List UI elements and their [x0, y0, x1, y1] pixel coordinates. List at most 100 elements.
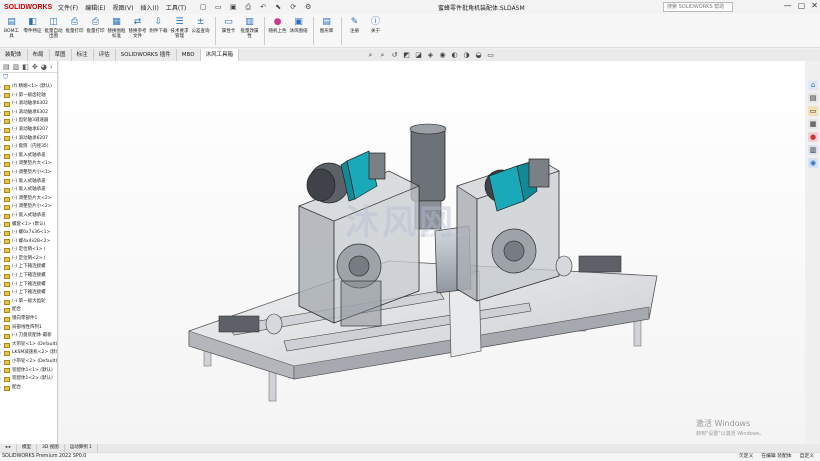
save-icon[interactable]: ▣: [228, 3, 238, 12]
select-icon[interactable]: ⬉: [273, 3, 283, 12]
tree-item[interactable]: › (-) 滚动轴承6302: [0, 109, 57, 118]
dimxpert-tab-icon[interactable]: ✥: [32, 63, 38, 71]
ribbon-button-download[interactable]: ⇩ 附件下载: [149, 14, 168, 48]
design-library-icon[interactable]: ▤: [808, 93, 818, 103]
panel-forward-icon[interactable]: ›: [50, 63, 53, 71]
tree-item[interactable]: › (-) 第一级大齿轮: [0, 298, 57, 307]
tree-item[interactable]: › (-) 滚动轴承6302: [0, 100, 57, 109]
ribbon-button-batch-drawing[interactable]: ◫ 批量自动出图: [44, 14, 63, 48]
appearances-icon[interactable]: ●: [808, 132, 818, 142]
tab-layout[interactable]: 布局: [28, 49, 50, 61]
tab-evaluate[interactable]: 评估: [94, 49, 116, 61]
tree-item[interactable]: › (f) 精端<1> (默认): [0, 83, 57, 92]
tree-item[interactable]: › LKSM减速机<2> (默认): [0, 349, 57, 358]
tree-item[interactable]: › (-) 滚动轴承6207: [0, 135, 57, 144]
tab-3d-views[interactable]: 3D 视图: [37, 444, 65, 452]
solidworks-forum-icon[interactable]: ◉: [808, 158, 818, 168]
tree-item[interactable]: › (-) 嵌入式轴承盖: [0, 178, 57, 187]
section-view-icon[interactable]: ◩: [402, 51, 411, 60]
menu-tools[interactable]: 工具(T): [166, 3, 186, 12]
configuration-tab-icon[interactable]: ◧: [22, 63, 29, 71]
ribbon-button-tech-req[interactable]: ☰ 技术要求管理: [170, 14, 189, 48]
menu-edit[interactable]: 编辑(E): [85, 3, 105, 12]
options-icon[interactable]: ⚙: [303, 3, 313, 12]
close-icon[interactable]: ✕: [811, 1, 818, 10]
ribbon-button-part-feature[interactable]: ◧ 零件特征: [23, 14, 42, 48]
feature-tree-tab-icon[interactable]: ▤: [3, 63, 10, 71]
tree-item[interactable]: › 镜向零部件1: [0, 315, 57, 324]
tree-item[interactable]: › (-) 螺4x4x28<2>: [0, 238, 57, 247]
tab-mufeng-toolbox[interactable]: 沐风工具箱: [200, 49, 240, 61]
tree-item[interactable]: › (-) 螺6x7x36<1>: [0, 229, 57, 238]
home-icon[interactable]: ⌂: [808, 80, 818, 90]
tree-item[interactable]: › (-) 套筒（内径35）: [0, 143, 57, 152]
view-palette-icon[interactable]: ▦: [808, 119, 818, 129]
tree-item[interactable]: › (-) 第一级齿轮轴: [0, 92, 57, 101]
custom-properties-icon[interactable]: ▥: [808, 145, 818, 155]
property-manager-tab-icon[interactable]: ▥: [13, 63, 20, 71]
tab-addins[interactable]: SOLIDWORKS 插件: [116, 49, 177, 61]
scene-icon[interactable]: ◒: [474, 51, 483, 60]
ribbon-button-register[interactable]: ✎ 注册: [345, 14, 364, 48]
tree-item[interactable]: › (-) 嵌入式轴承盖: [0, 212, 57, 221]
zoom-area-icon[interactable]: ⌕: [378, 51, 387, 60]
ribbon-button-batch-property[interactable]: ▥ 批量改属性: [240, 14, 259, 48]
menu-view[interactable]: 视图(V): [113, 3, 134, 12]
tree-item[interactable]: › (-) 上下箱连接螺: [0, 289, 57, 298]
tab-sketch[interactable]: 草图: [50, 49, 72, 61]
ribbon-button-about[interactable]: ⓘ 关于: [366, 14, 385, 48]
tree-item[interactable]: › (-) 上下箱连接螺: [0, 272, 57, 281]
tree-item[interactable]: › 局部线性阵列1: [0, 324, 57, 333]
maximize-icon[interactable]: ▢: [798, 1, 806, 10]
display-style-icon[interactable]: ◉: [438, 51, 447, 60]
tree-item[interactable]: › (-) 调整垫片大<1>: [0, 160, 57, 169]
view-orientation-icon[interactable]: ◈: [426, 51, 435, 60]
status-units[interactable]: 自定义: [800, 453, 814, 461]
undo-icon[interactable]: ↶: [258, 3, 268, 12]
rebuild-icon[interactable]: ⟳: [288, 3, 298, 12]
tree-item[interactable]: › 配合: [0, 384, 57, 393]
ribbon-button-batch-print[interactable]: ⎙ 批量打印: [65, 14, 84, 48]
tree-item[interactable]: › (-) 嵌入式轴承盖: [0, 186, 57, 195]
ribbon-button-replace-frame[interactable]: ▦ 替换图框标准: [107, 14, 126, 48]
tab-mbd[interactable]: MBD: [177, 49, 201, 61]
open-icon[interactable]: ▭: [213, 3, 223, 12]
display-manager-tab-icon[interactable]: ◕: [41, 63, 47, 71]
ribbon-button-replace-ref[interactable]: ⇄ 替换参考文件: [128, 14, 147, 48]
tree-item[interactable]: › (-) 刀盘装配体-最新: [0, 332, 57, 341]
tree-item[interactable]: › 大带轮<1> (Default): [0, 341, 57, 350]
tree-item[interactable]: › (-) 定位销<2> (: [0, 255, 57, 264]
tree-item[interactable]: › 配合: [0, 306, 57, 315]
help-search-input[interactable]: 搜索 SOLIDWORKS 帮助: [663, 2, 733, 12]
tab-model[interactable]: 模型: [17, 444, 37, 452]
ribbon-button-tolerance[interactable]: ± 公差查询: [191, 14, 210, 48]
print-icon[interactable]: ⎙: [243, 3, 253, 12]
ribbon-button-print[interactable]: ⎙ 批量打印: [86, 14, 105, 48]
menu-file[interactable]: 文件(F): [58, 3, 78, 12]
tab-motion-study[interactable]: 运动算例 1: [65, 444, 99, 452]
ribbon-button-library[interactable]: ▤ 图形库: [317, 14, 336, 48]
dynamic-annotation-icon[interactable]: ◪: [414, 51, 423, 60]
filter-icon[interactable]: ⛉: [0, 73, 57, 83]
previous-view-icon[interactable]: ↺: [390, 51, 399, 60]
minimize-icon[interactable]: —: [784, 1, 792, 10]
menu-insert[interactable]: 插入(I): [140, 3, 158, 12]
tree-item[interactable]: › (-) 滚动轴承6207: [0, 126, 57, 135]
tree-item[interactable]: › 螺套<1> (默认): [0, 221, 57, 230]
tree-item[interactable]: › 装配体1<1> (默认): [0, 367, 57, 376]
tree-item[interactable]: › (-) 嵌入式轴承盖: [0, 152, 57, 161]
tree-item[interactable]: › (-) 定位销<1> (: [0, 246, 57, 255]
view-settings-icon[interactable]: ▭: [486, 51, 495, 60]
nav-arrows-icon[interactable]: ◂ ▸: [0, 444, 17, 452]
tree-item[interactable]: › (-) 上下箱连接螺: [0, 263, 57, 272]
tab-assembly[interactable]: 装配体: [0, 49, 28, 61]
zoom-fit-icon[interactable]: ⌕: [366, 51, 375, 60]
ribbon-button-mufeng-drawing[interactable]: ▣ 沐风图纸: [289, 14, 308, 48]
tab-markup[interactable]: 标注: [72, 49, 94, 61]
tree-item[interactable]: › (-) 调整垫片大<2>: [0, 195, 57, 204]
file-explorer-icon[interactable]: ▭: [808, 106, 818, 116]
appearance-icon[interactable]: ◑: [462, 51, 471, 60]
tree-item[interactable]: › 装配体1<2> (默认): [0, 375, 57, 384]
ribbon-button-property-card[interactable]: ▭ 属性卡: [219, 14, 238, 48]
hide-show-icon[interactable]: ◐: [450, 51, 459, 60]
